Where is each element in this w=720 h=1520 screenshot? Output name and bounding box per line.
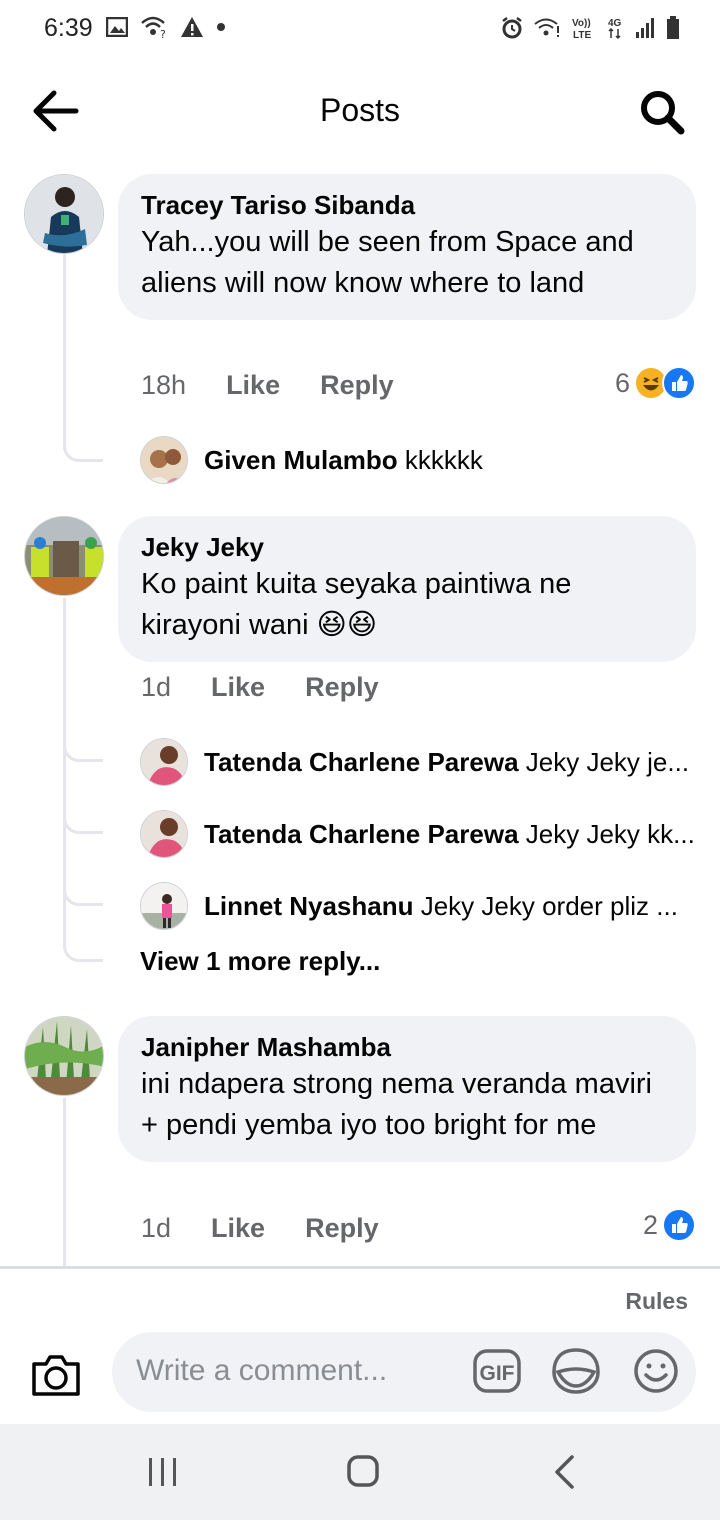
status-bar: 6:39 ? Vo)) LTE 4G <box>0 0 720 60</box>
comment-actions: 18h Like Reply <box>141 370 434 401</box>
comment-time[interactable]: 1d <box>141 672 171 703</box>
divider <box>0 1266 720 1269</box>
thread-line <box>63 254 66 450</box>
reply-row[interactable]: Given Mulambo kkkkkk <box>204 444 700 476</box>
reply-author[interactable]: Given Mulambo <box>204 445 398 475</box>
signal-icon <box>636 18 654 38</box>
emoji-icon[interactable] <box>632 1347 680 1395</box>
app-header: Posts <box>0 62 720 162</box>
search-icon[interactable] <box>638 88 686 136</box>
reply-branch <box>63 936 103 962</box>
battery-icon <box>667 16 679 39</box>
sticker-icon[interactable] <box>552 1346 600 1396</box>
reaction-count: 2 <box>642 1209 658 1240</box>
reply-button[interactable]: Reply <box>320 370 394 401</box>
comments-list: Tracey Tariso Sibanda Yah...you will be … <box>0 162 720 1266</box>
like-button[interactable]: Like <box>211 672 265 703</box>
avatar[interactable] <box>24 1016 104 1096</box>
reply-row[interactable]: Tatenda Charlene Parewa Jeky Jeky kk... <box>204 818 700 850</box>
reply-author[interactable]: Tatenda Charlene Parewa <box>204 747 519 777</box>
avatar[interactable] <box>140 810 188 858</box>
comment-actions: 1d Like Reply <box>141 1213 419 1244</box>
comment-bubble[interactable]: Tracey Tariso Sibanda Yah...you will be … <box>118 174 696 320</box>
camera-icon[interactable] <box>30 1352 82 1398</box>
reply-text: Jeky Jeky order pliz ... <box>420 891 678 921</box>
reply-branch <box>63 736 103 762</box>
reply-branch <box>63 808 103 834</box>
comment-text: Yah...you will be seen from Space and al… <box>141 226 634 299</box>
avatar[interactable] <box>140 738 188 786</box>
reply-button[interactable]: Reply <box>305 672 379 703</box>
reply-author[interactable]: Tatenda Charlene Parewa <box>204 819 519 849</box>
rules-link[interactable]: Rules <box>625 1288 688 1315</box>
reply-author[interactable]: Linnet Nyashanu <box>204 891 413 921</box>
comment-bubble[interactable]: Jeky Jeky Ko paint kuita seyaka paintiwa… <box>118 516 696 662</box>
comment-actions: 1d Like Reply <box>141 672 419 703</box>
recent-apps-icon[interactable] <box>146 1456 180 1488</box>
volte-icon: Vo))LTE <box>572 18 591 40</box>
avatar[interactable] <box>24 174 104 254</box>
reply-text: Jeky Jeky kk... <box>525 819 695 849</box>
reaction-count: 6 <box>614 367 630 398</box>
reply-text: kkkkkk <box>404 445 483 475</box>
like-reaction-icon <box>662 1208 696 1242</box>
comment-text: ini ndapera strong nema veranda maviri +… <box>141 1068 652 1141</box>
reply-branch <box>63 436 103 462</box>
warning-icon <box>181 17 203 37</box>
reply-button[interactable]: Reply <box>305 1213 379 1244</box>
4g-icon: 4G <box>608 18 622 40</box>
image-icon <box>106 17 128 37</box>
like-button[interactable]: Like <box>226 370 280 401</box>
reply-row[interactable]: Linnet Nyashanu Jeky Jeky order pliz ... <box>204 890 700 922</box>
avatar[interactable] <box>140 882 188 930</box>
wifi-question-icon: ? <box>141 16 166 38</box>
reply-branch <box>63 880 103 906</box>
thread-line <box>63 1098 66 1266</box>
comment-author[interactable]: Janipher Mashamba <box>141 1030 672 1064</box>
alarm-icon <box>502 17 522 39</box>
reaction-summary[interactable]: 6 <box>615 366 696 400</box>
svg-text:LTE: LTE <box>573 30 591 40</box>
status-time: 6:39 <box>44 14 93 42</box>
comment-placeholder: Write a comment... <box>136 1354 388 1387</box>
comment-time[interactable]: 18h <box>141 370 186 401</box>
comment-author[interactable]: Jeky Jeky <box>141 530 672 564</box>
svg-text:4G: 4G <box>608 18 622 29</box>
wifi-icon <box>534 18 559 37</box>
like-button[interactable]: Like <box>211 1213 265 1244</box>
reply-row[interactable]: Tatenda Charlene Parewa Jeky Jeky je... <box>204 746 700 778</box>
comment-input[interactable]: Write a comment... GIF <box>112 1332 696 1412</box>
view-more-replies-link[interactable]: View 1 more reply... <box>140 946 380 977</box>
svg-text:GIF: GIF <box>480 1362 515 1385</box>
reply-text: Jeky Jeky je... <box>525 747 690 777</box>
svg-text:?: ? <box>160 28 166 38</box>
gif-icon[interactable]: GIF <box>472 1347 522 1395</box>
comment-text: Ko paint kuita seyaka paintiwa ne kirayo… <box>141 568 572 641</box>
home-icon[interactable] <box>346 1454 380 1488</box>
page-title: Posts <box>319 92 401 128</box>
comment-bubble[interactable]: Janipher Mashamba ini ndapera strong nem… <box>118 1016 696 1162</box>
avatar[interactable] <box>24 516 104 596</box>
comment-time[interactable]: 1d <box>141 1213 171 1244</box>
reaction-summary[interactable]: 2 <box>643 1208 696 1242</box>
system-navigation-bar <box>0 1424 720 1520</box>
back-nav-icon[interactable] <box>552 1454 576 1490</box>
avatar[interactable] <box>140 436 188 484</box>
comment-author[interactable]: Tracey Tariso Sibanda <box>141 188 672 222</box>
svg-text:Vo)): Vo)) <box>572 18 591 29</box>
like-reaction-icon <box>662 366 696 400</box>
dot-icon <box>217 23 225 31</box>
